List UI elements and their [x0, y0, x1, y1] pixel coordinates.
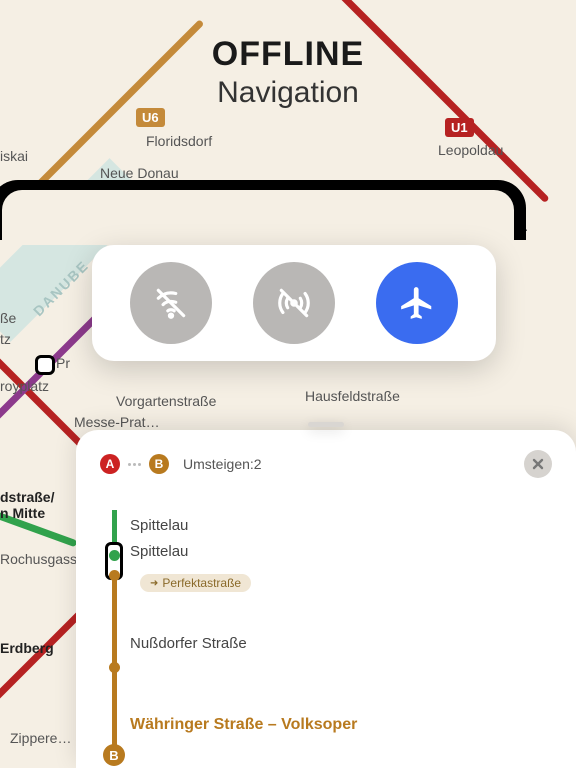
station-landstrasse: dstraße/ n Mitte	[0, 489, 54, 521]
station-vorgarten: Vorgartenstraße	[116, 393, 216, 409]
close-icon	[531, 457, 545, 471]
drag-handle[interactable]	[308, 422, 344, 427]
airplane-icon	[398, 284, 436, 322]
connectivity-control-tray	[92, 245, 496, 361]
station-pr: Pr	[56, 355, 70, 371]
wifi-off-icon	[152, 284, 190, 322]
cellular-off-button[interactable]	[253, 262, 335, 344]
station-royplatz: royplatz	[0, 378, 49, 394]
direction-pill: ➜Perfektastraße	[140, 574, 251, 592]
stop-label: Spittelau	[130, 517, 188, 534]
route-header: A B Umsteigen:2	[100, 450, 552, 478]
route-dots-icon	[128, 463, 141, 466]
airplane-mode-button[interactable]	[376, 262, 458, 344]
station-be: ße	[0, 310, 16, 326]
station-erdberg: Erdberg	[0, 640, 54, 656]
destination-label: Währinger Straße – Volksoper	[130, 716, 357, 734]
station-messe: Messe-Prat…	[74, 414, 160, 430]
station-leopoldau: Leopoldau	[438, 142, 503, 158]
stop-destination[interactable]: B Währinger Straße – Volksoper	[130, 710, 552, 740]
transfers-count: Umsteigen:2	[183, 456, 262, 472]
stop-direction-pill[interactable]: ➜Perfektastraße	[130, 568, 552, 598]
title-navigation: Navigation	[0, 76, 576, 110]
station-zipperer: Zippere…	[10, 730, 71, 746]
line-badge-u6: U6	[136, 108, 165, 127]
promo-title: OFFLINE Navigation	[0, 35, 576, 110]
stop-nussdorf[interactable]: Nußdorfer Straße	[130, 628, 552, 658]
route-stops-list: Spittelau Spittelau ➜Perfektastraße Nußd…	[100, 510, 552, 740]
signal-off-icon	[275, 284, 313, 322]
route-details-card[interactable]: A B Umsteigen:2 Spittelau Spittelau ➜Per…	[76, 430, 576, 768]
station-neue-donau: Neue Donau	[100, 165, 179, 181]
station-tz: tz	[0, 331, 11, 347]
close-button[interactable]	[524, 450, 552, 478]
station-node	[35, 355, 55, 375]
station-hausfeld: Hausfeldstraße	[305, 388, 400, 404]
arrow-icon: ➜	[150, 578, 158, 589]
route-point-a: A	[100, 454, 120, 474]
station-rochus: Rochusgasse	[0, 551, 85, 567]
title-offline: OFFLINE	[0, 35, 576, 74]
station-floridsdorf: Floridsdorf	[146, 133, 212, 149]
line-badge-u1: U1	[445, 118, 474, 137]
station-iskai: iskai	[0, 148, 28, 164]
stop-spittelau-2[interactable]: Spittelau	[130, 536, 552, 566]
stop-label: Spittelau	[130, 543, 188, 560]
wifi-off-button[interactable]	[130, 262, 212, 344]
device-screen	[2, 190, 514, 245]
stop-label: Nußdorfer Straße	[130, 635, 247, 652]
destination-marker: B	[103, 744, 125, 766]
route-point-b: B	[149, 454, 169, 474]
